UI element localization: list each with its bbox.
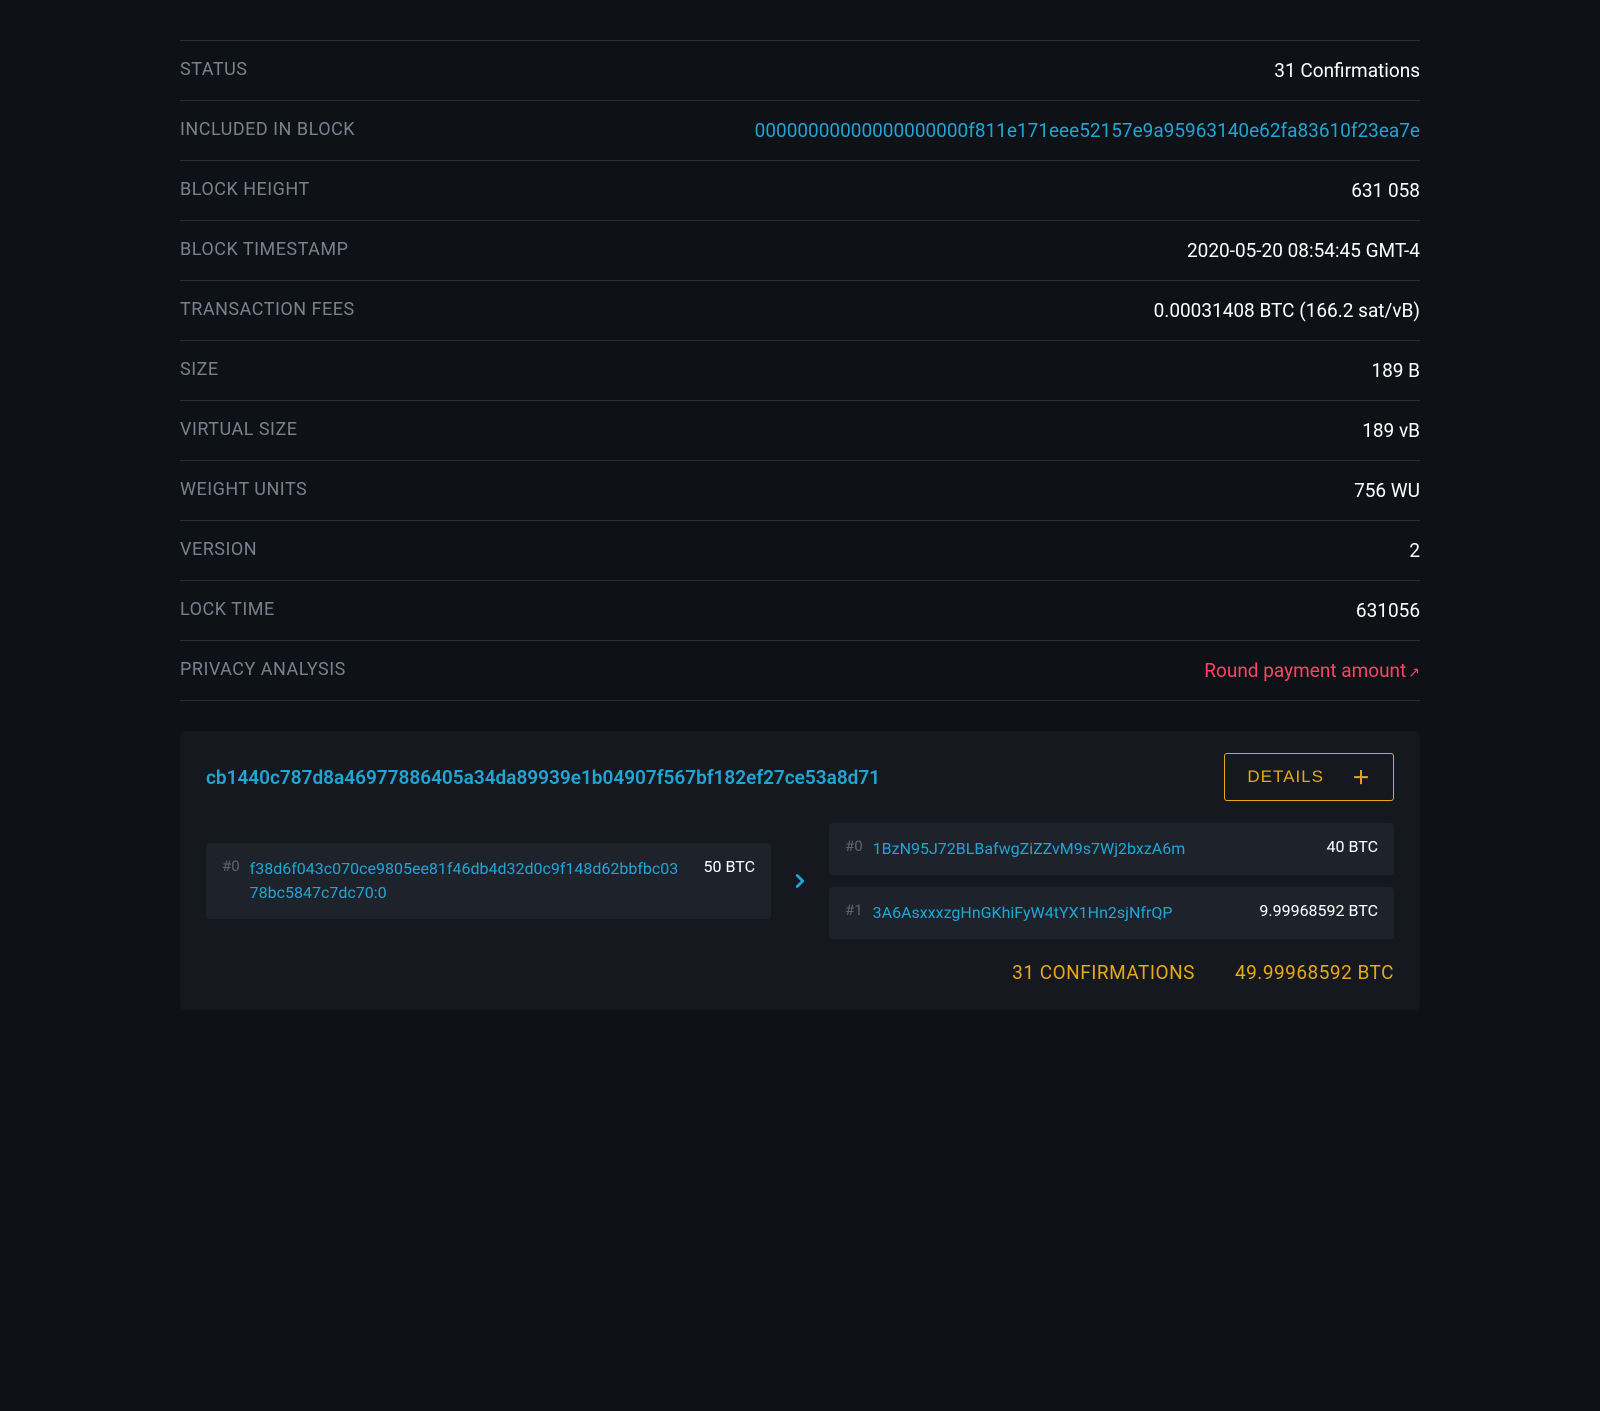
- output-index: #1: [845, 901, 863, 919]
- label-block-height: BLOCK HEIGHT: [180, 179, 310, 200]
- value-transaction-fees: 0.00031408 BTC (166.2 sat/vB): [1154, 299, 1420, 322]
- value-version: 2: [1409, 539, 1420, 562]
- row-lock-time: LOCK TIME 631056: [180, 580, 1420, 640]
- transaction-footer: 31 CONFIRMATIONS 49.99968592 BTC: [206, 961, 1394, 984]
- output-row[interactable]: #0 1BzN95J72BLBafwgZiZZvM9s7Wj2bxzA6m 40…: [829, 823, 1394, 875]
- label-weight-units: WEIGHT UNITS: [180, 479, 307, 500]
- row-version: VERSION 2: [180, 520, 1420, 580]
- input-amount: 50 BTC: [704, 857, 755, 876]
- transaction-card: cb1440c787d8a46977886405a34da89939e1b049…: [180, 731, 1420, 1010]
- label-privacy-analysis: PRIVACY ANALYSIS: [180, 659, 346, 680]
- input-row[interactable]: #0 f38d6f043c070ce9805ee81f46db4d32d0c9f…: [206, 843, 771, 919]
- output-amount: 9.99968592 BTC: [1259, 901, 1378, 920]
- label-virtual-size: VIRTUAL SIZE: [180, 419, 297, 440]
- row-block-timestamp: BLOCK TIMESTAMP 2020-05-20 08:54:45 GMT-…: [180, 220, 1420, 280]
- transaction-details-table: STATUS 31 Confirmations INCLUDED IN BLOC…: [180, 40, 1420, 701]
- transaction-io: #0 f38d6f043c070ce9805ee81f46db4d32d0c9f…: [206, 823, 1394, 939]
- row-block-height: BLOCK HEIGHT 631 058: [180, 160, 1420, 220]
- plus-icon: ＋: [1352, 764, 1371, 790]
- row-status: STATUS 31 Confirmations: [180, 40, 1420, 100]
- footer-confirmations: 31 CONFIRMATIONS: [1012, 961, 1195, 984]
- label-included-in-block: INCLUDED IN BLOCK: [180, 119, 355, 140]
- label-lock-time: LOCK TIME: [180, 599, 275, 620]
- row-weight-units: WEIGHT UNITS 756 WU: [180, 460, 1420, 520]
- value-status: 31 Confirmations: [1274, 59, 1420, 82]
- output-row[interactable]: #1 3A6AsxxxzgHnGKhiFyW4tYX1Hn2sjNfrQP 9.…: [829, 887, 1394, 939]
- output-address-link[interactable]: 1BzN95J72BLBafwgZiZZvM9s7Wj2bxzA6m: [873, 837, 1307, 861]
- value-block-hash-link[interactable]: 00000000000000000000f811e171eee52157e9a9…: [755, 119, 1420, 142]
- value-lock-time: 631056: [1356, 599, 1420, 622]
- row-privacy-analysis: PRIVACY ANALYSIS Round payment amount↗: [180, 640, 1420, 701]
- output-address-link[interactable]: 3A6AsxxxzgHnGKhiFyW4tYX1Hn2sjNfrQP: [873, 901, 1240, 925]
- value-size: 189 B: [1371, 359, 1420, 382]
- details-button-label: DETAILS: [1247, 767, 1324, 787]
- row-virtual-size: VIRTUAL SIZE 189 vB: [180, 400, 1420, 460]
- row-transaction-fees: TRANSACTION FEES 0.00031408 BTC (166.2 s…: [180, 280, 1420, 340]
- row-size: SIZE 189 B: [180, 340, 1420, 400]
- chevron-right-icon: [789, 870, 811, 892]
- input-index: #0: [222, 857, 240, 875]
- value-weight-units: 756 WU: [1354, 479, 1420, 502]
- value-privacy-analysis-link[interactable]: Round payment amount↗: [1204, 659, 1420, 682]
- label-version: VERSION: [180, 539, 257, 560]
- footer-total-amount: 49.99968592 BTC: [1235, 961, 1394, 984]
- label-block-timestamp: BLOCK TIMESTAMP: [180, 239, 348, 260]
- label-transaction-fees: TRANSACTION FEES: [180, 299, 355, 320]
- value-block-height: 631 058: [1351, 179, 1420, 202]
- external-link-icon: ↗: [1408, 665, 1420, 681]
- value-block-timestamp: 2020-05-20 08:54:45 GMT-4: [1187, 239, 1420, 262]
- output-index: #0: [845, 837, 863, 855]
- input-txid-link[interactable]: f38d6f043c070ce9805ee81f46db4d32d0c9f148…: [250, 857, 684, 905]
- label-status: STATUS: [180, 59, 247, 80]
- output-amount: 40 BTC: [1327, 837, 1378, 856]
- inputs-column: #0 f38d6f043c070ce9805ee81f46db4d32d0c9f…: [206, 843, 771, 919]
- privacy-analysis-text: Round payment amount: [1204, 659, 1406, 682]
- value-virtual-size: 189 vB: [1362, 419, 1420, 442]
- details-button[interactable]: DETAILS ＋: [1224, 753, 1394, 801]
- row-included-in-block: INCLUDED IN BLOCK 00000000000000000000f8…: [180, 100, 1420, 160]
- label-size: SIZE: [180, 359, 219, 380]
- outputs-column: #0 1BzN95J72BLBafwgZiZZvM9s7Wj2bxzA6m 40…: [829, 823, 1394, 939]
- transaction-id-link[interactable]: cb1440c787d8a46977886405a34da89939e1b049…: [206, 766, 880, 789]
- transaction-header: cb1440c787d8a46977886405a34da89939e1b049…: [206, 753, 1394, 801]
